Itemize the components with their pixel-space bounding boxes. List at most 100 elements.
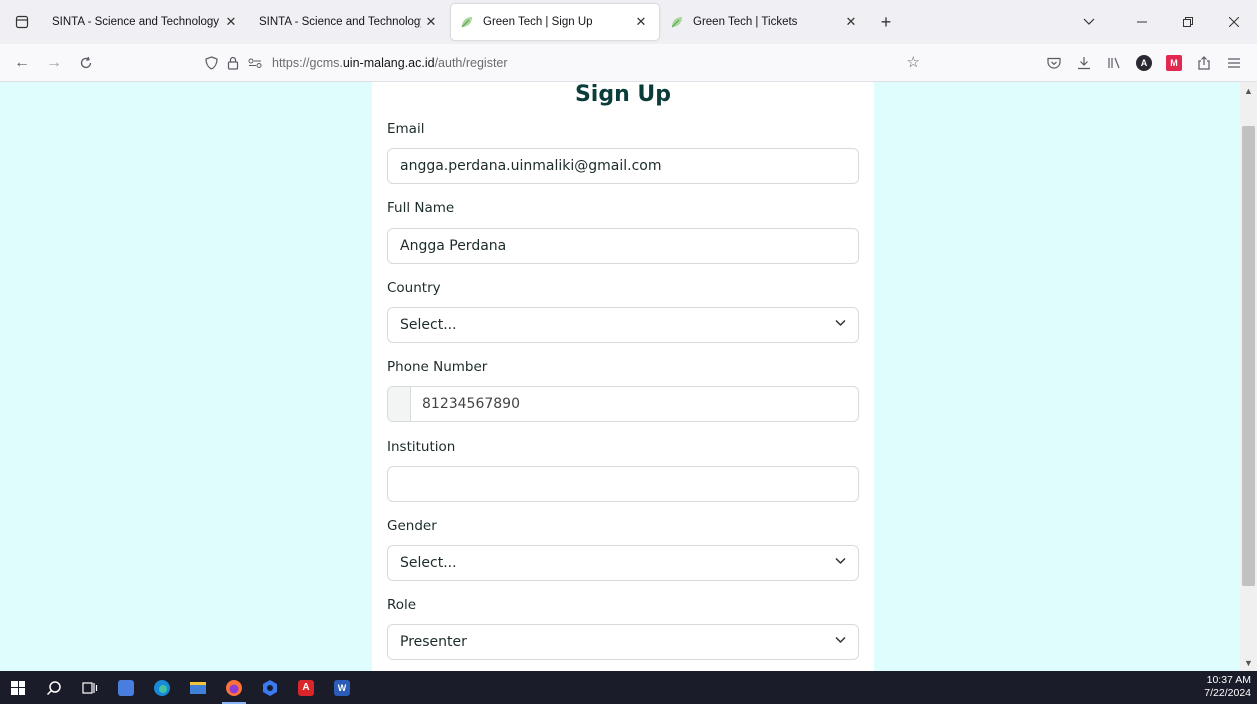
task-view-button[interactable] [72, 671, 108, 704]
institution-field[interactable] [387, 466, 859, 502]
folder-icon [190, 682, 206, 694]
role-label: Role [387, 597, 417, 613]
permissions-icon[interactable] [244, 58, 266, 68]
tab-sinta-1[interactable]: SINTA - Science and Technology Ind ✕ [44, 4, 249, 40]
close-tab-icon[interactable]: ✕ [631, 14, 651, 30]
tab-overview-icon [15, 15, 29, 29]
url-text[interactable]: https://gcms.uin-malang.ac.id/auth/regis… [272, 56, 508, 70]
minimize-icon [1137, 21, 1147, 23]
phone-label: Phone Number [387, 359, 488, 375]
gender-value: Select... [400, 555, 457, 571]
url-domain: uin-malang.ac.id [342, 56, 435, 70]
fullname-value: Angga Perdana [400, 238, 507, 254]
windows-logo-icon [11, 680, 25, 695]
library-icon[interactable] [1101, 50, 1127, 76]
restore-button[interactable] [1165, 0, 1211, 44]
search-button[interactable] [36, 671, 72, 704]
tab-bar: SINTA - Science and Technology Ind ✕ SIN… [0, 0, 1257, 44]
share-icon[interactable] [1191, 50, 1217, 76]
word-icon: W [334, 679, 350, 696]
country-label: Country [387, 280, 441, 296]
country-value: Select... [400, 317, 457, 333]
firefox-icon [226, 679, 242, 696]
close-window-button[interactable] [1211, 0, 1257, 44]
taskbar-firefox[interactable] [216, 671, 252, 704]
store-icon [118, 679, 134, 696]
tab-title: SINTA - Science and Technology Ind [259, 16, 421, 28]
close-tab-icon[interactable]: ✕ [421, 14, 441, 30]
tab-title: Green Tech | Sign Up [483, 16, 593, 28]
taskbar-file-explorer[interactable] [180, 671, 216, 704]
close-tab-icon[interactable]: ✕ [221, 14, 241, 30]
app-icon [263, 679, 277, 696]
new-tab-button[interactable]: + [871, 7, 901, 37]
chevron-down-icon [835, 634, 846, 647]
chevron-down-icon [1083, 18, 1095, 25]
restore-icon [1183, 17, 1193, 27]
gender-label: Gender [387, 518, 437, 534]
url-bar[interactable]: https://gcms.uin-malang.ac.id/auth/regis… [200, 49, 930, 77]
phone-field[interactable]: 81234567890 [387, 386, 859, 422]
tab-title: SINTA - Science and Technology Ind [52, 16, 221, 28]
back-button[interactable]: ← [6, 48, 38, 78]
edge-icon [154, 679, 170, 696]
fullname-label: Full Name [387, 200, 455, 216]
start-button[interactable] [0, 671, 36, 704]
leaf-icon [669, 14, 685, 30]
chevron-down-icon [835, 555, 846, 568]
chevron-down-icon [835, 317, 846, 330]
extension-icon[interactable]: M [1161, 50, 1187, 76]
tab-sinta-2[interactable]: SINTA - Science and Technology Ind ✕ [251, 4, 449, 40]
navigation-bar: ← → https://gcms.uin-malang.ac.id/auth/r… [0, 44, 1257, 82]
list-all-tabs-button[interactable] [1059, 0, 1119, 44]
institution-label: Institution [387, 439, 456, 455]
forward-button[interactable]: → [38, 48, 70, 78]
gender-select[interactable]: Select... [387, 545, 859, 581]
scroll-up-arrow-icon[interactable]: ▲ [1240, 82, 1257, 99]
url-prefix: https://gcms. [272, 56, 343, 70]
close-tab-icon[interactable]: ✕ [841, 14, 861, 30]
bookmark-star-icon[interactable]: ☆ [907, 53, 920, 71]
taskbar-acrobat[interactable]: A [288, 671, 324, 704]
reload-icon [80, 56, 92, 68]
phone-country-code[interactable] [388, 387, 411, 421]
url-path: /auth/register [434, 56, 508, 70]
scroll-down-arrow-icon[interactable]: ▼ [1240, 654, 1257, 671]
form-title: Sign Up [574, 82, 672, 107]
search-icon [46, 680, 61, 695]
reload-button[interactable] [70, 48, 102, 78]
role-value: Presenter [400, 634, 467, 650]
app-menu-icon[interactable] [1221, 50, 1247, 76]
close-icon [1229, 17, 1239, 27]
minimize-button[interactable] [1119, 0, 1165, 44]
email-label: Email [387, 121, 425, 137]
taskbar-word[interactable]: W [324, 671, 360, 704]
taskbar-app[interactable] [252, 671, 288, 704]
email-field[interactable]: angga.perdana.uinmaliki@gmail.com [387, 148, 859, 184]
role-select[interactable]: Presenter [387, 624, 859, 660]
page-scrollbar[interactable]: ▲ ▼ [1240, 82, 1257, 671]
tab-green-tech-tickets[interactable]: Green Tech | Tickets ✕ [661, 4, 869, 40]
windows-taskbar: A W 10:37 AM 7/22/2024 [0, 671, 1257, 704]
signup-form-card: Sign Up Email angga.perdana.uinmaliki@gm… [372, 82, 874, 671]
leaf-icon [459, 14, 475, 30]
account-avatar-icon[interactable]: A [1131, 50, 1157, 76]
clock-time: 10:37 AM [1206, 674, 1251, 686]
task-view-icon [82, 681, 98, 694]
page-viewport: Sign Up Email angga.perdana.uinmaliki@gm… [0, 82, 1240, 671]
system-clock[interactable]: 10:37 AM 7/22/2024 [1204, 674, 1251, 700]
tab-green-tech-signup[interactable]: Green Tech | Sign Up ✕ [451, 4, 659, 40]
shield-icon[interactable] [200, 56, 222, 70]
scroll-thumb[interactable] [1242, 126, 1255, 586]
taskbar-store[interactable] [108, 671, 144, 704]
download-icon[interactable] [1071, 50, 1097, 76]
pocket-icon[interactable] [1041, 50, 1067, 76]
acrobat-icon: A [298, 679, 314, 696]
clock-date: 7/22/2024 [1204, 687, 1251, 699]
email-value: angga.perdana.uinmaliki@gmail.com [400, 158, 662, 174]
lock-icon[interactable] [222, 56, 244, 70]
fullname-field[interactable]: Angga Perdana [387, 228, 859, 264]
taskbar-edge[interactable] [144, 671, 180, 704]
tab-overview-button[interactable] [0, 0, 44, 44]
country-select[interactable]: Select... [387, 307, 859, 343]
